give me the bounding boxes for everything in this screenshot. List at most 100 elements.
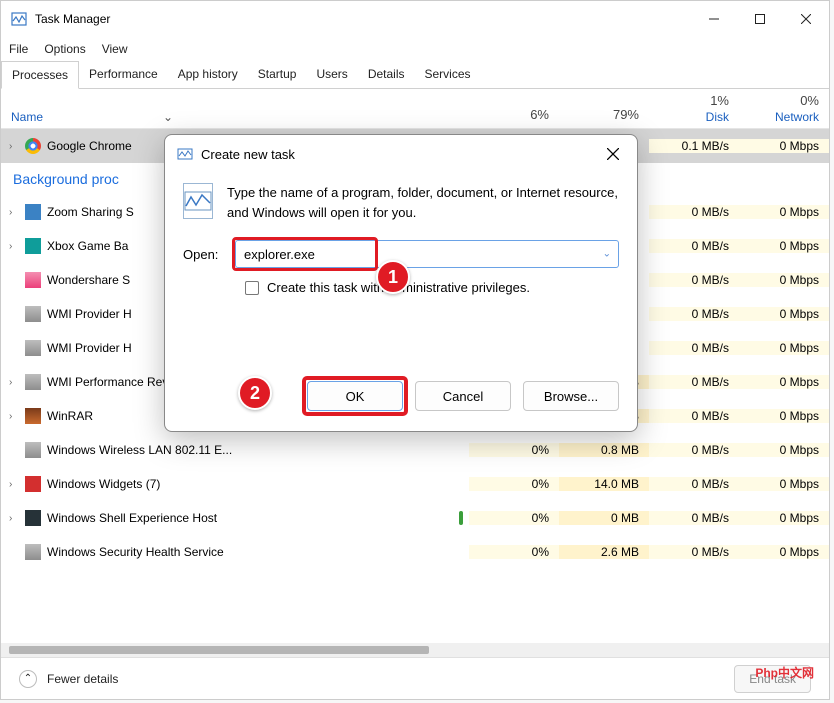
app-icon: [25, 476, 41, 492]
column-name[interactable]: Name: [11, 110, 43, 124]
table-row[interactable]: ›Windows Shell Experience Host0%0 MB0 MB…: [1, 501, 829, 535]
column-cpu[interactable]: 6%: [469, 107, 559, 124]
process-name: WMI Provider H: [47, 307, 132, 321]
metric-net: 0 Mbps: [739, 511, 829, 525]
menu-view[interactable]: View: [102, 42, 128, 56]
metric-cpu: 0%: [469, 477, 559, 491]
process-name: Google Chrome: [47, 139, 132, 153]
metric-disk: 0 MB/s: [649, 307, 739, 321]
minimize-button[interactable]: [691, 3, 737, 35]
ok-button[interactable]: OK: [307, 381, 403, 411]
window-controls: [691, 3, 829, 35]
footer: ⌃ Fewer details End task: [1, 657, 829, 699]
close-button[interactable]: [783, 3, 829, 35]
metric-net: 0 Mbps: [739, 477, 829, 491]
table-row[interactable]: › Windows Widgets (7) 0%14.0 MB0 MB/s0 Mbp…: [1, 467, 829, 501]
expand-icon[interactable]: ›: [9, 241, 19, 252]
expand-icon[interactable]: ›: [9, 377, 19, 388]
expand-icon[interactable]: ›: [9, 479, 19, 490]
metric-net: 0 Mbps: [739, 139, 829, 153]
metric-disk: 0 MB/s: [649, 443, 739, 457]
app-icon: [25, 138, 41, 154]
process-name: Windows Widgets (7): [47, 477, 160, 491]
menu-options[interactable]: Options: [44, 42, 85, 56]
metric-net: 0 Mbps: [739, 307, 829, 321]
titlebar: Task Manager: [1, 1, 829, 37]
process-name: Windows Shell Experience Host: [47, 511, 217, 525]
process-name: Xbox Game Ba: [47, 239, 128, 253]
dialog-title: Create new task: [201, 147, 601, 162]
expand-icon[interactable]: ›: [9, 141, 19, 152]
scrollbar-thumb[interactable]: [9, 646, 429, 654]
dialog-titlebar: Create new task: [165, 135, 637, 173]
metric-mem: 14.0 MB: [559, 477, 649, 491]
metric-mem: 0 MB: [559, 511, 649, 525]
metric-disk: 0 MB/s: [649, 409, 739, 423]
tabs: Processes Performance App history Startu…: [1, 61, 829, 89]
metric-net: 0 Mbps: [739, 239, 829, 253]
column-memory[interactable]: 79%: [559, 107, 649, 124]
menubar: File Options View: [1, 37, 829, 61]
chevron-down-icon[interactable]: ⌄: [163, 110, 173, 124]
run-small-icon: [177, 146, 193, 162]
app-icon: [25, 408, 41, 424]
watermark: Php中文网: [755, 664, 814, 681]
process-name: Windows Security Health Service: [47, 545, 224, 559]
expand-icon[interactable]: ›: [9, 207, 19, 218]
column-network[interactable]: 0%Network: [739, 93, 829, 124]
leaf-icon: [459, 511, 463, 525]
metric-net: 0 Mbps: [739, 409, 829, 423]
chevron-up-icon: ⌃: [19, 670, 37, 688]
app-icon: [25, 340, 41, 356]
app-icon: [25, 510, 41, 526]
tab-users[interactable]: Users: [306, 61, 357, 88]
tab-services[interactable]: Services: [415, 61, 481, 88]
app-icon: [25, 238, 41, 254]
open-input[interactable]: [235, 240, 619, 268]
metric-disk: 0 MB/s: [649, 205, 739, 219]
expand-icon[interactable]: ›: [9, 411, 19, 422]
metric-mem: 2.6 MB: [559, 545, 649, 559]
annotation-badge-1: 1: [376, 260, 410, 294]
process-name: Zoom Sharing S: [47, 205, 134, 219]
process-name: WMI Provider H: [47, 341, 132, 355]
app-icon: [25, 374, 41, 390]
app-icon: [25, 272, 41, 288]
app-icon: [11, 11, 27, 27]
metric-mem: 0.8 MB: [559, 443, 649, 457]
metric-net: 0 Mbps: [739, 545, 829, 559]
tab-processes[interactable]: Processes: [1, 61, 79, 89]
metric-cpu: 0%: [469, 545, 559, 559]
dialog-close-button[interactable]: [601, 142, 625, 166]
column-disk[interactable]: 1%Disk: [649, 93, 739, 124]
maximize-button[interactable]: [737, 3, 783, 35]
metric-disk: 0 MB/s: [649, 545, 739, 559]
metric-disk: 0 MB/s: [649, 477, 739, 491]
dialog-buttons: OK Cancel Browse...: [165, 361, 637, 431]
horizontal-scrollbar[interactable]: [1, 643, 829, 657]
menu-file[interactable]: File: [9, 42, 28, 56]
tab-app-history[interactable]: App history: [168, 61, 248, 88]
tab-startup[interactable]: Startup: [248, 61, 307, 88]
metric-disk: 0 MB/s: [649, 273, 739, 287]
app-icon: [25, 306, 41, 322]
table-row[interactable]: Windows Wireless LAN 802.11 E...0%0.8 MB…: [1, 433, 829, 467]
annotation-badge-2: 2: [238, 376, 272, 410]
table-row[interactable]: Windows Security Health Service0%2.6 MB0…: [1, 535, 829, 569]
tab-performance[interactable]: Performance: [79, 61, 168, 88]
dialog-description: Type the name of a program, folder, docu…: [227, 183, 619, 222]
browse-button[interactable]: Browse...: [523, 381, 619, 411]
fewer-details-button[interactable]: ⌃ Fewer details: [19, 670, 118, 688]
admin-checkbox[interactable]: [245, 281, 259, 295]
columns-header: Name ⌄ 6% 79% 1%Disk 0%Network: [1, 89, 829, 129]
expand-icon[interactable]: ›: [9, 513, 19, 524]
metric-cpu: 0%: [469, 511, 559, 525]
tab-details[interactable]: Details: [358, 61, 415, 88]
app-icon: [25, 204, 41, 220]
cancel-button[interactable]: Cancel: [415, 381, 511, 411]
metric-disk: 0.1 MB/s: [649, 139, 739, 153]
metric-net: 0 Mbps: [739, 341, 829, 355]
metric-net: 0 Mbps: [739, 443, 829, 457]
metric-cpu: 0%: [469, 443, 559, 457]
metric-disk: 0 MB/s: [649, 375, 739, 389]
